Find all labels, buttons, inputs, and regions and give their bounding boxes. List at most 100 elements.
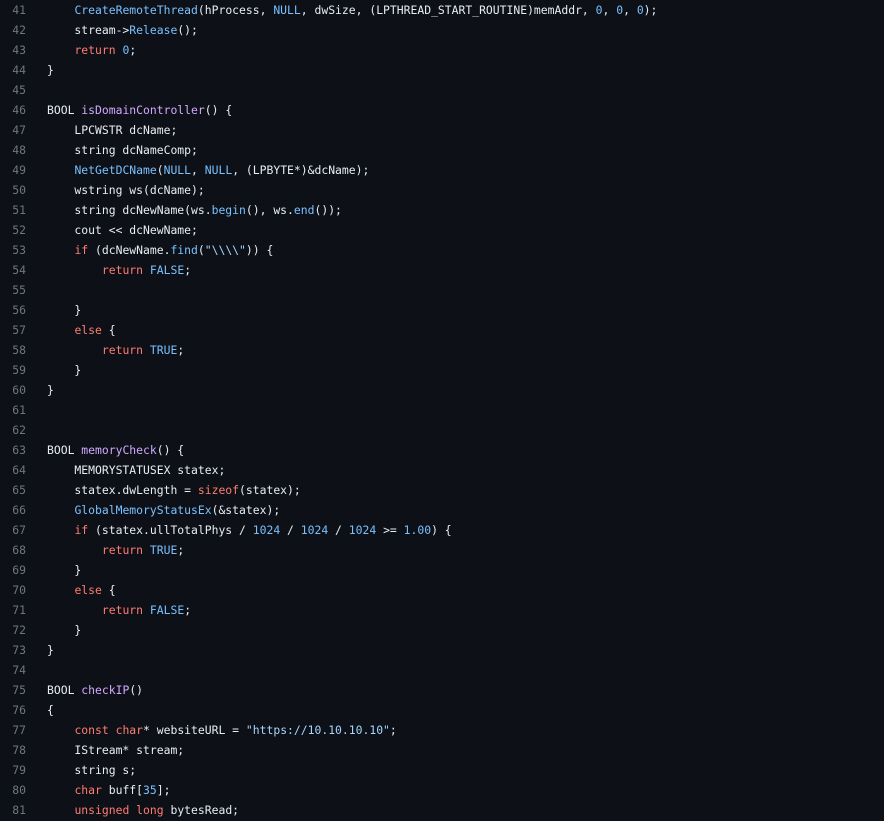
code-token: return xyxy=(101,343,144,357)
gutter-gap xyxy=(26,440,47,460)
gutter-gap xyxy=(26,260,47,280)
code-token: IStream* stream; xyxy=(47,743,185,757)
line-number[interactable]: 65 xyxy=(0,480,26,500)
line-number[interactable]: 43 xyxy=(0,40,26,60)
code-token: 1024 xyxy=(348,523,377,537)
line-number[interactable]: 64 xyxy=(0,460,26,480)
code-line: 78 IStream* stream; xyxy=(0,740,884,760)
line-number[interactable]: 69 xyxy=(0,560,26,580)
line-number[interactable]: 51 xyxy=(0,200,26,220)
code-token: if xyxy=(74,243,89,257)
line-number[interactable]: 55 xyxy=(0,280,26,300)
line-number[interactable]: 47 xyxy=(0,120,26,140)
code-text: char buff[35]; xyxy=(47,780,884,800)
gutter-gap xyxy=(26,100,47,120)
line-number[interactable]: 44 xyxy=(0,60,26,80)
gutter-gap xyxy=(26,660,47,680)
line-number[interactable]: 61 xyxy=(0,400,26,420)
line-number[interactable]: 70 xyxy=(0,580,26,600)
code-token: (&statex); xyxy=(211,503,281,517)
line-number[interactable]: 77 xyxy=(0,720,26,740)
code-token: 1024 xyxy=(300,523,329,537)
code-token: cout << dcNewName; xyxy=(47,223,198,237)
line-number[interactable]: 48 xyxy=(0,140,26,160)
code-token: } xyxy=(47,643,54,657)
gutter-gap xyxy=(26,320,47,340)
code-line: 50 wstring ws(dcName); xyxy=(0,180,884,200)
line-number[interactable]: 66 xyxy=(0,500,26,520)
line-number[interactable]: 54 xyxy=(0,260,26,280)
code-token: bytesRead; xyxy=(163,803,240,817)
line-number[interactable]: 60 xyxy=(0,380,26,400)
gutter-gap xyxy=(26,700,47,720)
code-line: 51 string dcNewName(ws.begin(), ws.end()… xyxy=(0,200,884,220)
code-token: ; xyxy=(184,603,192,617)
line-number[interactable]: 58 xyxy=(0,340,26,360)
line-number[interactable]: 78 xyxy=(0,740,26,760)
line-number[interactable]: 75 xyxy=(0,680,26,700)
line-number[interactable]: 73 xyxy=(0,640,26,660)
gutter-gap xyxy=(26,220,47,240)
line-number[interactable]: 62 xyxy=(0,420,26,440)
gutter-gap xyxy=(26,720,47,740)
code-token: if xyxy=(74,523,89,537)
code-token: BOOL xyxy=(47,103,82,117)
line-number[interactable]: 42 xyxy=(0,20,26,40)
code-token: buff[ xyxy=(101,783,144,797)
code-token: "https://10.10.10.10" xyxy=(245,723,390,737)
gutter-gap xyxy=(26,480,47,500)
code-text: return TRUE; xyxy=(47,340,884,360)
code-line: 62 xyxy=(0,420,884,440)
line-number[interactable]: 56 xyxy=(0,300,26,320)
code-line: 63 BOOL memoryCheck() { xyxy=(0,440,884,460)
line-number[interactable]: 52 xyxy=(0,220,26,240)
line-number[interactable]: 53 xyxy=(0,240,26,260)
line-number[interactable]: 57 xyxy=(0,320,26,340)
line-number[interactable]: 68 xyxy=(0,540,26,560)
code-line: 46 BOOL isDomainController() { xyxy=(0,100,884,120)
code-token: LPCWSTR dcName; xyxy=(47,123,178,137)
line-number[interactable]: 81 xyxy=(0,800,26,820)
code-line: 81 unsigned long bytesRead; xyxy=(0,800,884,820)
code-token: * websiteURL = xyxy=(143,723,246,737)
line-number[interactable]: 59 xyxy=(0,360,26,380)
line-number[interactable]: 50 xyxy=(0,180,26,200)
line-number[interactable]: 80 xyxy=(0,780,26,800)
code-token: return xyxy=(101,603,144,617)
code-token: ; xyxy=(184,263,192,277)
code-text: MEMORYSTATUSEX statex; xyxy=(47,460,884,480)
line-number[interactable]: 76 xyxy=(0,700,26,720)
code-token: GlobalMemoryStatusEx xyxy=(74,503,212,517)
code-line: 68 return TRUE; xyxy=(0,540,884,560)
code-text: string s; xyxy=(47,760,884,780)
gutter-gap xyxy=(26,580,47,600)
line-number[interactable]: 72 xyxy=(0,620,26,640)
code-text: } xyxy=(47,640,884,660)
code-token: 35 xyxy=(143,783,157,797)
line-number[interactable]: 49 xyxy=(0,160,26,180)
code-text: return FALSE; xyxy=(47,260,884,280)
code-text: IStream* stream; xyxy=(47,740,884,760)
code-token: const xyxy=(74,723,109,737)
code-token: (), ws. xyxy=(245,203,294,217)
code-token: memoryCheck xyxy=(81,443,157,457)
line-number[interactable]: 67 xyxy=(0,520,26,540)
code-line: 49 NetGetDCName(NULL, NULL, (LPBYTE*)&dc… xyxy=(0,160,884,180)
line-number[interactable]: 71 xyxy=(0,600,26,620)
line-number[interactable]: 79 xyxy=(0,760,26,780)
line-number[interactable]: 74 xyxy=(0,660,26,680)
line-number[interactable]: 45 xyxy=(0,80,26,100)
gutter-gap xyxy=(26,780,47,800)
code-token: sizeof xyxy=(197,483,240,497)
line-number[interactable]: 63 xyxy=(0,440,26,460)
line-number[interactable]: 46 xyxy=(0,100,26,120)
gutter-gap xyxy=(26,180,47,200)
line-number[interactable]: 41 xyxy=(0,0,26,20)
gutter-gap xyxy=(26,160,47,180)
